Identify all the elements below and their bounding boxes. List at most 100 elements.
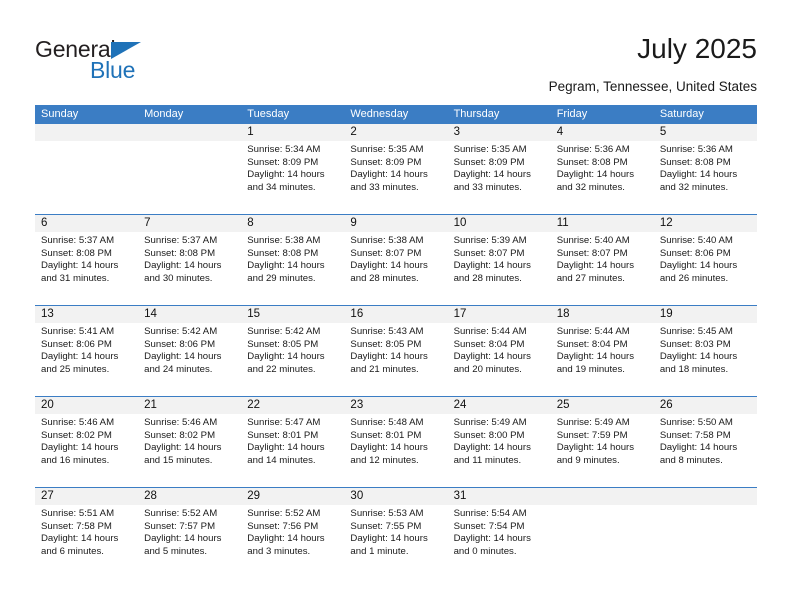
day-number: 27	[35, 488, 139, 505]
calendar-day-cell[interactable]: 7 Sunrise: 5:37 AM Sunset: 8:08 PM Daylight…	[138, 215, 242, 305]
day-sunset-text: Sunset: 8:06 PM	[144, 338, 216, 350]
calendar-day-cell[interactable]: 6 Sunrise: 5:37 AM Sunset: 8:08 PM Daylight…	[35, 215, 139, 305]
day-sunset-text: Sunset: 8:06 PM	[659, 247, 731, 259]
day-daylight-text: and 26 minutes.	[659, 272, 729, 284]
calendar-day-cell[interactable]: 17 Sunrise: 5:44 AM Sunset: 8:04 PM Dayligh…	[447, 306, 551, 396]
day-daylight-text: and 33 minutes.	[350, 181, 419, 193]
day-daylight-text: Daylight: 14 hours	[144, 442, 222, 454]
calendar-day-cell-empty	[138, 124, 242, 214]
day-sun-info: Sunrise: 5:37 AM Sunset: 8:08 PM Daylight:…	[138, 232, 241, 285]
calendar-day-cell[interactable]: 21 Sunrise: 5:46 AM Sunset: 8:02 PM Dayligh…	[138, 397, 242, 487]
calendar-day-cell[interactable]: 24 Sunrise: 5:49 AM Sunset: 8:00 PM Dayligh…	[447, 397, 551, 487]
day-sunset-text: Sunset: 8:07 PM	[556, 247, 628, 259]
day-sunset-text: Sunset: 8:04 PM	[453, 338, 525, 350]
day-sunrise-text: Sunrise: 5:45 AM	[659, 326, 733, 337]
day-sunset-text: Sunset: 8:07 PM	[350, 247, 422, 259]
calendar-day-cell[interactable]: 23 Sunrise: 5:48 AM Sunset: 8:01 PM Dayligh…	[344, 397, 448, 487]
calendar-day-cell[interactable]: 29 Sunrise: 5:52 AM Sunset: 7:56 PM Dayligh…	[241, 488, 345, 578]
day-sunset-text: Sunset: 8:08 PM	[659, 156, 731, 168]
day-daylight-text: Daylight: 14 hours	[41, 533, 119, 545]
day-daylight-text: Daylight: 14 hours	[453, 533, 531, 545]
calendar-day-cell[interactable]: 19 Sunrise: 5:45 AM Sunset: 8:03 PM Dayligh…	[653, 306, 757, 396]
day-sunset-text: Sunset: 8:02 PM	[144, 429, 216, 441]
weekday-header-monday: Monday	[144, 108, 184, 120]
day-daylight-text: Daylight: 14 hours	[144, 533, 222, 545]
calendar-day-cell[interactable]: 20 Sunrise: 5:46 AM Sunset: 8:02 PM Dayligh…	[35, 397, 139, 487]
calendar-day-cell[interactable]: 1 Sunrise: 5:34 AM Sunset: 8:09 PM Daylight…	[241, 124, 345, 214]
day-sun-info: Sunrise: 5:51 AM Sunset: 7:58 PM Daylight:…	[35, 505, 138, 558]
day-sunrise-text: Sunrise: 5:35 AM	[453, 144, 527, 155]
day-sunrise-text: Sunrise: 5:40 AM	[556, 235, 630, 246]
calendar-day-cell[interactable]: 14 Sunrise: 5:42 AM Sunset: 8:06 PM Dayligh…	[138, 306, 242, 396]
day-sun-info: Sunrise: 5:34 AM Sunset: 8:09 PM Daylight:…	[241, 141, 344, 194]
calendar-day-cell[interactable]: 28 Sunrise: 5:52 AM Sunset: 7:57 PM Dayligh…	[138, 488, 242, 578]
calendar-day-cell[interactable]: 15 Sunrise: 5:42 AM Sunset: 8:05 PM Dayligh…	[241, 306, 345, 396]
day-sun-info: Sunrise: 5:43 AM Sunset: 8:05 PM Daylight:…	[344, 323, 447, 376]
calendar-day-cell[interactable]: 9 Sunrise: 5:38 AM Sunset: 8:07 PM Daylight…	[344, 215, 448, 305]
calendar-day-cell[interactable]: 13 Sunrise: 5:41 AM Sunset: 8:06 PM Dayligh…	[35, 306, 139, 396]
page-subtitle-location: Pegram, Tennessee, United States	[548, 79, 757, 94]
day-sun-info: Sunrise: 5:52 AM Sunset: 7:57 PM Daylight:…	[138, 505, 241, 558]
calendar-day-cell[interactable]: 11 Sunrise: 5:40 AM Sunset: 8:07 PM Dayligh…	[550, 215, 654, 305]
day-number: 4	[550, 124, 654, 141]
day-number: 30	[344, 488, 448, 505]
day-sunrise-text: Sunrise: 5:46 AM	[41, 417, 115, 428]
day-daylight-text: and 21 minutes.	[350, 363, 419, 375]
calendar-day-cell[interactable]: 5 Sunrise: 5:36 AM Sunset: 8:08 PM Daylight…	[653, 124, 757, 214]
day-sunset-text: Sunset: 8:01 PM	[247, 429, 319, 441]
day-sunrise-text: Sunrise: 5:48 AM	[350, 417, 424, 428]
weekday-header-tuesday: Tuesday	[247, 108, 290, 120]
day-number: 25	[550, 397, 654, 414]
day-sunrise-text: Sunrise: 5:40 AM	[659, 235, 733, 246]
general-blue-logo[interactable]: General Blue	[35, 36, 215, 83]
day-number: 11	[550, 215, 654, 232]
day-sunrise-text: Sunrise: 5:47 AM	[247, 417, 321, 428]
calendar-day-cell[interactable]: 30 Sunrise: 5:53 AM Sunset: 7:55 PM Dayligh…	[344, 488, 448, 578]
calendar-day-cell[interactable]: 31 Sunrise: 5:54 AM Sunset: 7:54 PM Dayligh…	[447, 488, 551, 578]
day-daylight-text: Daylight: 14 hours	[41, 442, 119, 454]
day-sun-info: Sunrise: 5:52 AM Sunset: 7:56 PM Daylight:…	[241, 505, 344, 558]
day-sunrise-text: Sunrise: 5:52 AM	[144, 508, 218, 519]
day-sunset-text: Sunset: 8:05 PM	[350, 338, 422, 350]
calendar-day-cell[interactable]: 27 Sunrise: 5:51 AM Sunset: 7:58 PM Dayligh…	[35, 488, 139, 578]
day-number: 21	[138, 397, 242, 414]
weekday-header-sunday: Sunday	[41, 108, 79, 120]
day-sunset-text: Sunset: 8:06 PM	[41, 338, 112, 350]
day-daylight-text: and 12 minutes.	[350, 454, 419, 466]
day-daylight-text: Daylight: 14 hours	[247, 442, 325, 454]
day-daylight-text: and 25 minutes.	[41, 363, 110, 375]
calendar-day-cell[interactable]: 22 Sunrise: 5:47 AM Sunset: 8:01 PM Dayligh…	[241, 397, 345, 487]
day-sunset-text: Sunset: 8:08 PM	[556, 156, 628, 168]
calendar-day-cell[interactable]: 10 Sunrise: 5:39 AM Sunset: 8:07 PM Dayligh…	[447, 215, 551, 305]
day-daylight-text: and 18 minutes.	[659, 363, 729, 375]
day-number: 14	[138, 306, 242, 323]
day-sun-info: Sunrise: 5:49 AM Sunset: 8:00 PM Daylight:…	[448, 414, 551, 467]
day-sun-info: Sunrise: 5:50 AM Sunset: 7:58 PM Daylight:…	[654, 414, 757, 467]
calendar-day-cell[interactable]: 8 Sunrise: 5:38 AM Sunset: 8:08 PM Daylight…	[241, 215, 345, 305]
calendar-day-cell[interactable]: 3 Sunrise: 5:35 AM Sunset: 8:09 PM Daylight…	[447, 124, 551, 214]
calendar-day-cell[interactable]: 16 Sunrise: 5:43 AM Sunset: 8:05 PM Dayligh…	[344, 306, 448, 396]
calendar-day-cell[interactable]: 4 Sunrise: 5:36 AM Sunset: 8:08 PM Daylight…	[550, 124, 654, 214]
calendar-day-cell[interactable]: 25 Sunrise: 5:49 AM Sunset: 7:59 PM Dayligh…	[550, 397, 654, 487]
day-sunrise-text: Sunrise: 5:39 AM	[453, 235, 527, 246]
calendar-day-cell[interactable]: 18 Sunrise: 5:44 AM Sunset: 8:04 PM Dayligh…	[550, 306, 654, 396]
day-number: 13	[35, 306, 139, 323]
day-daylight-text: Daylight: 14 hours	[659, 260, 738, 272]
day-sunset-text: Sunset: 8:04 PM	[556, 338, 628, 350]
day-sunrise-text: Sunrise: 5:36 AM	[556, 144, 630, 155]
day-daylight-text: Daylight: 14 hours	[659, 442, 738, 454]
day-sun-info: Sunrise: 5:41 AM Sunset: 8:06 PM Daylight:…	[35, 323, 138, 376]
day-sunrise-text: Sunrise: 5:49 AM	[453, 417, 527, 428]
day-number: 1	[241, 124, 345, 141]
day-number: 19	[653, 306, 757, 323]
calendar-day-cell[interactable]: 12 Sunrise: 5:40 AM Sunset: 8:06 PM Dayligh…	[653, 215, 757, 305]
calendar-grid: Sunday Monday Tuesday Wednesday Thursday Frid…	[35, 105, 757, 578]
day-sunrise-text: Sunrise: 5:38 AM	[350, 235, 424, 246]
day-number: 3	[447, 124, 551, 141]
day-daylight-text: and 6 minutes.	[41, 545, 104, 557]
weekday-header-row: Sunday Monday Tuesday Wednesday Thursday Frid…	[35, 105, 757, 124]
day-number: 7	[138, 215, 242, 232]
calendar-day-cell[interactable]: 26 Sunrise: 5:50 AM Sunset: 7:58 PM Dayligh…	[653, 397, 757, 487]
day-number: 28	[138, 488, 242, 505]
calendar-day-cell[interactable]: 2 Sunrise: 5:35 AM Sunset: 8:09 PM Daylight…	[344, 124, 448, 214]
